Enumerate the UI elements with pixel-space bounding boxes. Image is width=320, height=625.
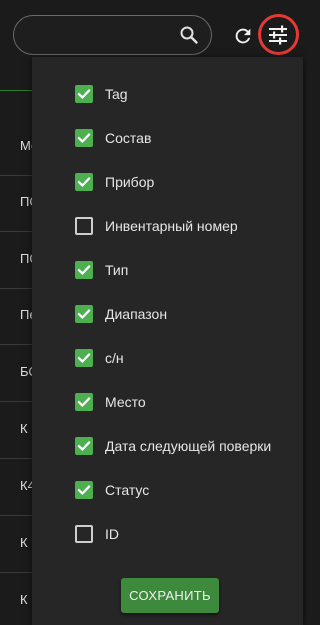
checkbox-checked[interactable] [75, 129, 93, 147]
page: Ме ПО ПО Пе БС К К4 К К Tag Состав Прибор И… [0, 0, 307, 625]
column-option[interactable]: Статус [32, 468, 303, 512]
column-option[interactable]: Тип [32, 248, 303, 292]
checkbox-checked[interactable] [75, 173, 93, 191]
column-option-label: Прибор [105, 174, 155, 190]
column-option[interactable]: Место [32, 380, 303, 424]
search-box[interactable] [13, 15, 212, 55]
column-option[interactable]: ID [32, 512, 303, 556]
search-input[interactable] [26, 24, 180, 48]
column-visibility-menu: Tag Состав Прибор Инвентарный номер Тип Диапа… [32, 57, 303, 625]
column-option[interactable]: Состав [32, 116, 303, 160]
column-option-label: ID [105, 526, 119, 542]
top-bar [0, 0, 307, 58]
column-option[interactable]: с/н [32, 336, 303, 380]
refresh-icon[interactable] [232, 25, 254, 47]
column-option-label: Инвентарный номер [105, 218, 238, 234]
checkbox-checked[interactable] [75, 85, 93, 103]
column-option-label: Tag [105, 86, 128, 102]
checkbox-unchecked[interactable] [75, 217, 93, 235]
column-option[interactable]: Дата следующей поверки [32, 424, 303, 468]
column-option[interactable]: Прибор [32, 160, 303, 204]
right-edge [303, 58, 307, 625]
checkbox-checked[interactable] [75, 305, 93, 323]
checkbox-checked[interactable] [75, 349, 93, 367]
highlight-ring [258, 14, 299, 55]
checkbox-checked[interactable] [75, 261, 93, 279]
column-option-label: Состав [105, 130, 152, 146]
search-icon[interactable] [179, 25, 199, 45]
save-button[interactable]: СОХРАНИТЬ [121, 578, 219, 613]
column-option[interactable]: Tag [32, 72, 303, 116]
checkbox-unchecked[interactable] [75, 525, 93, 543]
checkbox-checked[interactable] [75, 393, 93, 411]
column-option-label: Дата следующей поверки [105, 438, 272, 454]
column-option-label: Статус [105, 482, 150, 498]
checkbox-checked[interactable] [75, 437, 93, 455]
column-option-label: с/н [105, 350, 124, 366]
column-option-label: Диапазон [105, 306, 168, 322]
column-option[interactable]: Инвентарный номер [32, 204, 303, 248]
table-cell: К [20, 535, 28, 550]
column-option-label: Тип [105, 262, 129, 278]
checkbox-checked[interactable] [75, 481, 93, 499]
menu-footer: СОХРАНИТЬ [32, 565, 303, 625]
table-cell: К [20, 592, 28, 607]
column-option[interactable]: Диапазон [32, 292, 303, 336]
column-option-label: Место [105, 394, 146, 410]
table-cell: К [20, 421, 28, 436]
